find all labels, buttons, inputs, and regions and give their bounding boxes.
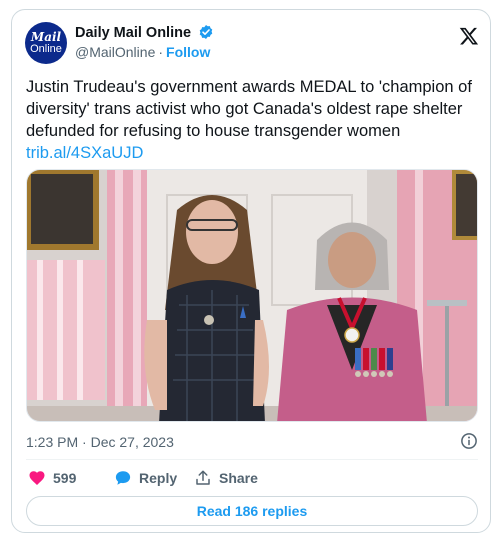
photo-scene (27, 170, 477, 421)
share-upload-icon (196, 470, 210, 485)
tweet-link[interactable]: trib.al/4SXaUJD (26, 142, 486, 164)
reply-button[interactable]: Reply (114, 466, 177, 490)
tweet-body: Justin Trudeau's government awards MEDAL… (26, 76, 486, 164)
like-count: 599 (53, 470, 77, 486)
avatar-line2: Online (30, 43, 62, 55)
info-icon[interactable] (460, 432, 478, 450)
heart-icon (29, 471, 45, 485)
read-replies-button[interactable]: Read 186 replies (26, 496, 478, 526)
reply-label: Reply (139, 470, 178, 486)
tweet-photo[interactable] (26, 169, 478, 422)
reply-bubble-icon (115, 471, 131, 485)
divider (26, 459, 478, 460)
share-button[interactable]: Share (194, 466, 258, 490)
avatar-line1: Mail (30, 30, 62, 44)
x-logo-icon[interactable] (459, 26, 479, 46)
photo-pink-column (107, 170, 149, 421)
handle[interactable]: @MailOnline (75, 44, 155, 60)
verified-badge-icon (198, 24, 214, 44)
tweet-header: Mail Online Daily Mail Online @MailOnlin… (25, 22, 479, 66)
avatar[interactable]: Mail Online (25, 22, 67, 64)
tweet-text: Justin Trudeau's government awards MEDAL… (26, 78, 472, 140)
follow-button[interactable]: Follow (166, 44, 210, 60)
share-label: Share (219, 470, 258, 486)
like-button[interactable]: 599 (28, 466, 76, 490)
timestamp[interactable]: 1:23 PM · Dec 27, 2023 (26, 434, 174, 450)
tweet-actions: 599 Reply Share (26, 466, 478, 490)
tweet-card: Mail Online Daily Mail Online @MailOnlin… (11, 9, 491, 533)
handle-row: @MailOnline · Follow (75, 44, 210, 60)
separator-dot: · (158, 44, 164, 60)
display-name[interactable]: Daily Mail Online (75, 25, 191, 41)
tweet-meta-row: 1:23 PM · Dec 27, 2023 (26, 432, 478, 452)
display-name-row: Daily Mail Online (75, 24, 214, 44)
